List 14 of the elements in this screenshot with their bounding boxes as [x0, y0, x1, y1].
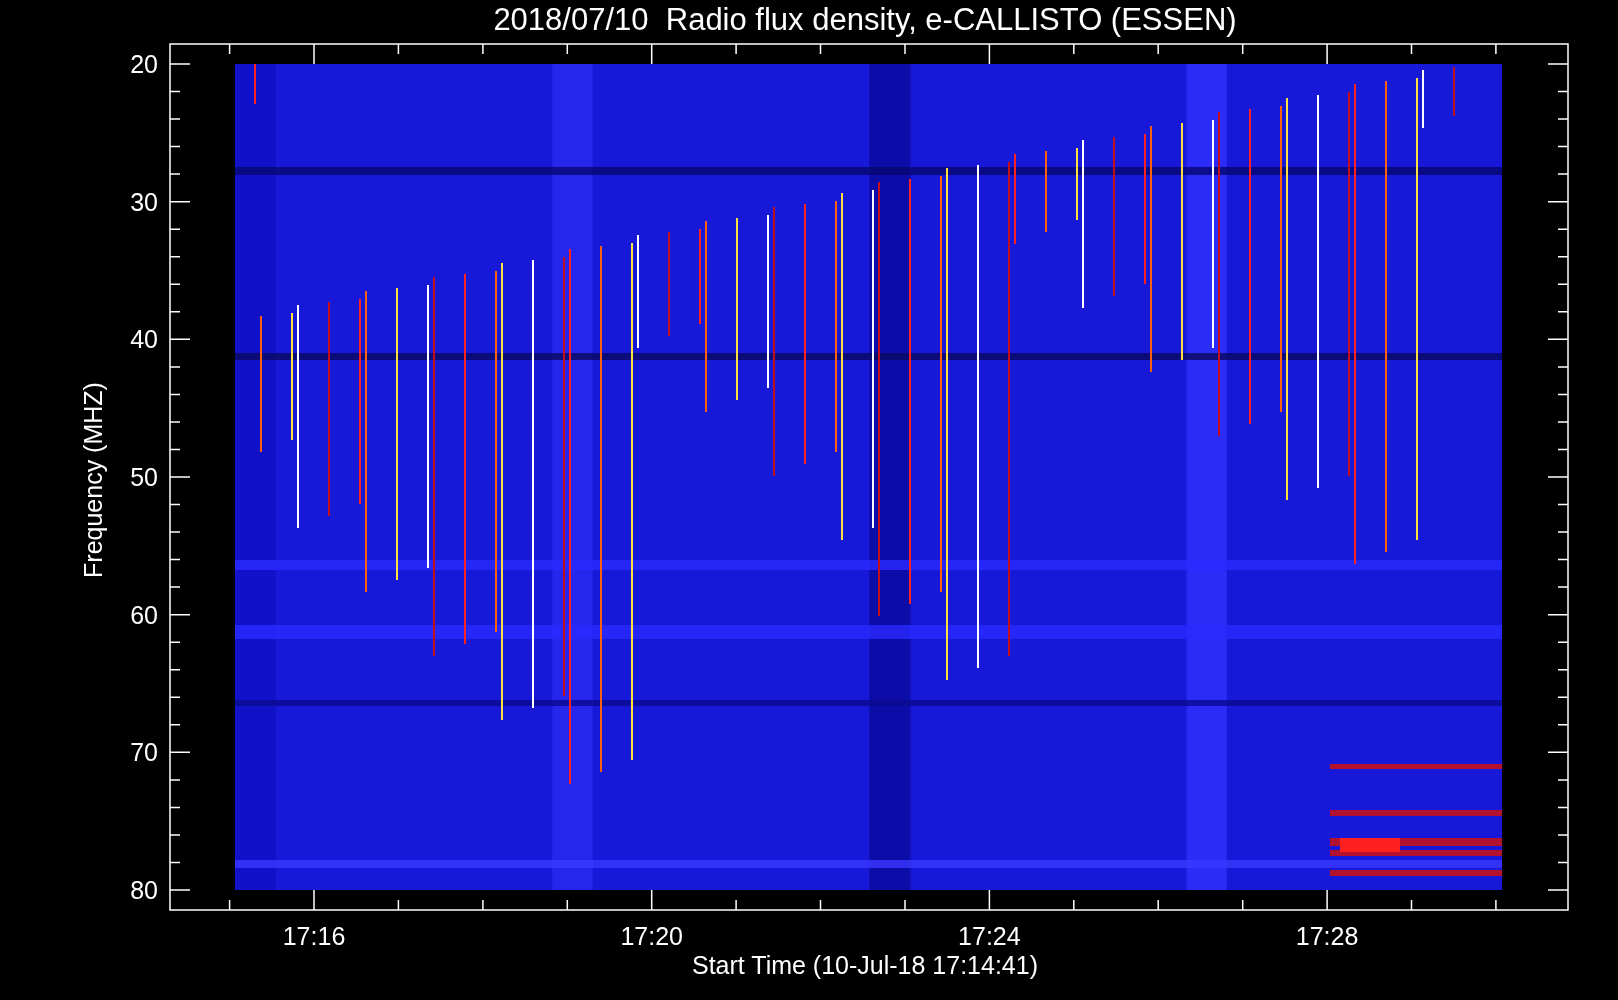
- axis-tick-label: 17:24: [958, 922, 1021, 950]
- axis-tick-label: 17:16: [282, 922, 346, 950]
- axis-tick-label: 80: [130, 876, 158, 904]
- axis-tick-label: 60: [130, 600, 158, 629]
- axis-tick-label: 20: [130, 50, 158, 78]
- axis-tick-label: 50: [130, 463, 158, 491]
- chart-title: 2018/07/10 Radio flux density, e-CALLISTO (ESSEN): [493, 2, 1237, 37]
- axis-tick-label: 17:28: [1295, 922, 1359, 950]
- axis-title: Start Time (10-Jul-18 17:14:41): [692, 951, 1038, 979]
- axis-tick-label: 17:20: [620, 922, 683, 950]
- axis-tick-label: 30: [130, 187, 158, 216]
- axis-tick-label: 70: [130, 738, 158, 767]
- axis-tick-label: 40: [130, 325, 158, 354]
- axis-title: Frequency (MHZ): [79, 382, 107, 578]
